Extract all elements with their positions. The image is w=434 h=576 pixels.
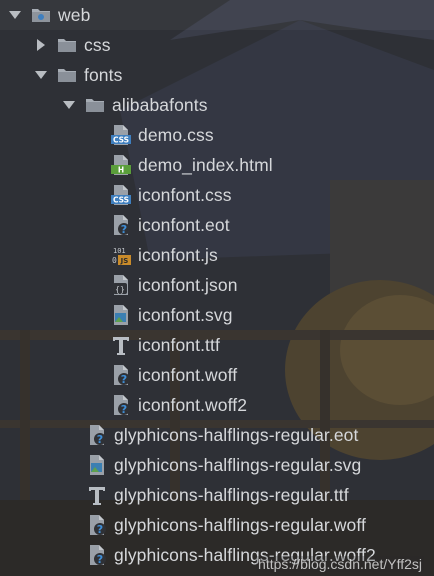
chevron-down-icon[interactable] [62, 98, 76, 112]
image-file-icon [110, 304, 132, 326]
tree-file-row[interactable]: ? iconfont.eot [0, 210, 434, 240]
file-tree: web css fonts alibabafonts CSS demo.css Hdemo_… [0, 0, 434, 570]
tree-file-row[interactable]: ? glyphicons-halflings-regular.eot [0, 420, 434, 450]
folder-icon [30, 4, 52, 26]
chevron-right-icon[interactable] [34, 38, 48, 52]
tree-file-row[interactable]: iconfont.ttf [0, 330, 434, 360]
chevron-down-icon[interactable] [8, 8, 22, 22]
tree-item-label: glyphicons-halflings-regular.woff [114, 514, 366, 535]
tree-item-label: demo.css [138, 124, 214, 145]
chevron-down-icon[interactable] [34, 68, 48, 82]
js-file-icon: 101 0 JS [110, 244, 132, 266]
tree-folder-row[interactable]: fonts [0, 60, 434, 90]
tree-file-row[interactable]: 101 0 JS iconfont.js [0, 240, 434, 270]
tree-item-label: iconfont.css [138, 184, 232, 205]
unknown-file-icon: ? [110, 214, 132, 236]
unknown-file-icon: ? [110, 394, 132, 416]
svg-text:{}: {} [115, 285, 125, 294]
tree-item-label: iconfont.ttf [138, 334, 220, 355]
tree-file-row[interactable]: glyphicons-halflings-regular.svg [0, 450, 434, 480]
tree-item-label: web [58, 4, 91, 25]
svg-text:?: ? [97, 433, 103, 446]
svg-text:?: ? [121, 373, 127, 386]
tree-item-label: iconfont.svg [138, 304, 233, 325]
tree-item-label: iconfont.json [138, 274, 238, 295]
folder-icon [84, 94, 106, 116]
tree-file-row[interactable]: ? iconfont.woff [0, 360, 434, 390]
project-tree-panel: web css fonts alibabafonts CSS demo.css Hdemo_… [0, 0, 434, 576]
svg-text:H: H [118, 166, 124, 175]
tree-item-label: glyphicons-halflings-regular.svg [114, 454, 362, 475]
svg-text:?: ? [97, 523, 103, 536]
tree-item-label: css [84, 34, 111, 55]
tree-file-row[interactable]: ? glyphicons-halflings-regular.woff [0, 510, 434, 540]
unknown-file-icon: ? [110, 364, 132, 386]
html-file-icon: H [110, 154, 132, 176]
unknown-file-icon: ? [86, 514, 108, 536]
tree-folder-row[interactable]: alibabafonts [0, 90, 434, 120]
tree-item-label: iconfont.eot [138, 214, 230, 235]
font-file-icon [110, 334, 132, 356]
svg-text:?: ? [121, 403, 127, 416]
unknown-file-icon: ? [86, 544, 108, 566]
tree-file-row[interactable]: CSS iconfont.css [0, 180, 434, 210]
tree-item-label: glyphicons-halflings-regular.eot [114, 424, 359, 445]
font-file-icon [86, 484, 108, 506]
folder-icon [56, 64, 78, 86]
svg-text:101: 101 [113, 247, 126, 255]
svg-text:?: ? [121, 223, 127, 236]
tree-file-row[interactable]: CSS demo.css [0, 120, 434, 150]
tree-file-row[interactable]: iconfont.svg [0, 300, 434, 330]
unknown-file-icon: ? [86, 424, 108, 446]
image-file-icon [86, 454, 108, 476]
json-file-icon: {} [110, 274, 132, 296]
svg-text:CSS: CSS [113, 196, 129, 205]
svg-text:0: 0 [112, 256, 117, 265]
folder-icon [56, 34, 78, 56]
tree-file-row[interactable]: Hdemo_index.html [0, 150, 434, 180]
tree-file-row[interactable]: ? iconfont.woff2 [0, 390, 434, 420]
css-file-icon: CSS [110, 184, 132, 206]
tree-item-label: glyphicons-halflings-regular.ttf [114, 484, 349, 505]
tree-file-row[interactable]: {} iconfont.json [0, 270, 434, 300]
tree-item-label: demo_index.html [138, 154, 273, 175]
svg-text:JS: JS [120, 257, 129, 265]
svg-text:?: ? [97, 553, 103, 566]
css-file-icon: CSS [110, 124, 132, 146]
tree-item-label: alibabafonts [112, 94, 208, 115]
tree-item-label: iconfont.woff2 [138, 394, 248, 415]
tree-folder-row[interactable]: css [0, 30, 434, 60]
tree-item-label: fonts [84, 64, 123, 85]
watermark-text: https://blog.csdn.net/Yff2sj [256, 556, 424, 572]
tree-file-row[interactable]: glyphicons-halflings-regular.ttf [0, 480, 434, 510]
tree-folder-row[interactable]: web [0, 0, 434, 30]
tree-item-label: iconfont.js [138, 244, 218, 265]
tree-item-label: iconfont.woff [138, 364, 238, 385]
svg-text:CSS: CSS [113, 136, 129, 145]
